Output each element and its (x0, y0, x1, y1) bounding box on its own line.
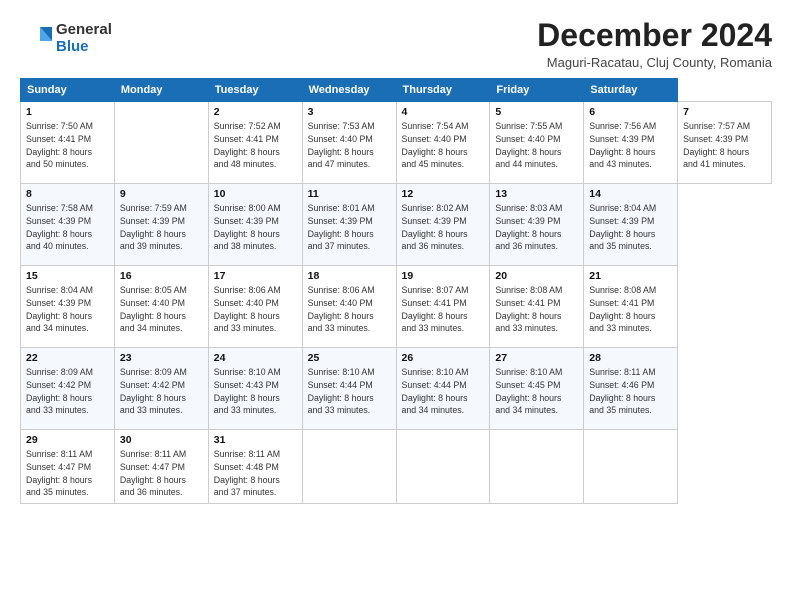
calendar-cell-w2-5: 13Sunrise: 8:03 AMSunset: 4:39 PMDayligh… (490, 184, 584, 266)
calendar-cell-w3-1: 16Sunrise: 8:05 AMSunset: 4:40 PMDayligh… (114, 266, 208, 348)
logo-text: General Blue (56, 22, 112, 55)
calendar-cell-w5-6 (584, 430, 678, 504)
logo-general: General (56, 22, 112, 39)
calendar: Sunday Monday Tuesday Wednesday Thursday… (20, 78, 772, 504)
calendar-cell-w3-5: 20Sunrise: 8:08 AMSunset: 4:41 PMDayligh… (490, 266, 584, 348)
calendar-cell-w3-0: 15Sunrise: 8:04 AMSunset: 4:39 PMDayligh… (21, 266, 115, 348)
calendar-cell-3: 4Sunrise: 7:54 AMSunset: 4:40 PMDaylight… (396, 102, 490, 184)
calendar-cell-w3-3: 18Sunrise: 8:06 AMSunset: 4:40 PMDayligh… (302, 266, 396, 348)
title-block: December 2024 Maguri-Racatau, Cluj Count… (537, 18, 772, 70)
calendar-cell-w2-6: 14Sunrise: 8:04 AMSunset: 4:39 PMDayligh… (584, 184, 678, 266)
calendar-cell-w3-4: 19Sunrise: 8:07 AMSunset: 4:41 PMDayligh… (396, 266, 490, 348)
calendar-cell-1: 1 Sunrise: 7:50 AMSunset: 4:41 PMDaylight… (21, 102, 115, 184)
calendar-cell-w2-3: 11Sunrise: 8:01 AMSunset: 4:39 PMDayligh… (302, 184, 396, 266)
calendar-cell-w2-2: 10Sunrise: 8:00 AMSunset: 4:39 PMDayligh… (208, 184, 302, 266)
calendar-cell-4: 5Sunrise: 7:55 AMSunset: 4:40 PMDaylight… (490, 102, 584, 184)
month-title: December 2024 (537, 18, 772, 53)
col-tuesday: Tuesday (208, 79, 302, 102)
calendar-cell-w2-4: 12Sunrise: 8:02 AMSunset: 4:39 PMDayligh… (396, 184, 490, 266)
calendar-cell-w4-3: 25Sunrise: 8:10 AMSunset: 4:44 PMDayligh… (302, 348, 396, 430)
calendar-cell-w2-1: 9Sunrise: 7:59 AMSunset: 4:39 PMDaylight… (114, 184, 208, 266)
calendar-header-row: Sunday Monday Tuesday Wednesday Thursday… (21, 79, 772, 102)
calendar-cell-w5-4 (396, 430, 490, 504)
day-info: Sunrise: 7:50 AMSunset: 4:41 PMDaylight:… (26, 120, 109, 171)
col-thursday: Thursday (396, 79, 490, 102)
logo-icon (20, 23, 52, 55)
calendar-week-4: 22Sunrise: 8:09 AMSunset: 4:42 PMDayligh… (21, 348, 772, 430)
col-sunday: Sunday (21, 79, 115, 102)
calendar-cell-6: 7Sunrise: 7:57 AMSunset: 4:39 PMDaylight… (678, 102, 772, 184)
calendar-cell-w5-5 (490, 430, 584, 504)
header: General Blue December 2024 Maguri-Racata… (20, 18, 772, 70)
col-monday: Monday (114, 79, 208, 102)
page: General Blue December 2024 Maguri-Racata… (0, 0, 792, 612)
calendar-cell-w4-5: 27Sunrise: 8:10 AMSunset: 4:45 PMDayligh… (490, 348, 584, 430)
calendar-week-1: 1 Sunrise: 7:50 AMSunset: 4:41 PMDaylight… (21, 102, 772, 184)
calendar-cell-1: 2Sunrise: 7:52 AMSunset: 4:41 PMDaylight… (208, 102, 302, 184)
calendar-week-2: 8Sunrise: 7:58 AMSunset: 4:39 PMDaylight… (21, 184, 772, 266)
logo: General Blue (20, 22, 112, 55)
calendar-cell-5: 6Sunrise: 7:56 AMSunset: 4:39 PMDaylight… (584, 102, 678, 184)
col-saturday: Saturday (584, 79, 678, 102)
calendar-week-5: 29Sunrise: 8:11 AMSunset: 4:47 PMDayligh… (21, 430, 772, 504)
col-friday: Friday (490, 79, 584, 102)
calendar-cell-w3-6: 21Sunrise: 8:08 AMSunset: 4:41 PMDayligh… (584, 266, 678, 348)
col-wednesday: Wednesday (302, 79, 396, 102)
calendar-cell-2: 3Sunrise: 7:53 AMSunset: 4:40 PMDaylight… (302, 102, 396, 184)
calendar-week-3: 15Sunrise: 8:04 AMSunset: 4:39 PMDayligh… (21, 266, 772, 348)
calendar-cell-w2-0: 8Sunrise: 7:58 AMSunset: 4:39 PMDaylight… (21, 184, 115, 266)
calendar-cell-w3-2: 17Sunrise: 8:06 AMSunset: 4:40 PMDayligh… (208, 266, 302, 348)
logo-blue: Blue (56, 39, 112, 56)
calendar-cell-w4-1: 23Sunrise: 8:09 AMSunset: 4:42 PMDayligh… (114, 348, 208, 430)
calendar-cell-0 (114, 102, 208, 184)
calendar-cell-w5-3 (302, 430, 396, 504)
day-num: 1 (26, 106, 109, 118)
calendar-cell-w4-4: 26Sunrise: 8:10 AMSunset: 4:44 PMDayligh… (396, 348, 490, 430)
calendar-cell-w4-2: 24Sunrise: 8:10 AMSunset: 4:43 PMDayligh… (208, 348, 302, 430)
calendar-cell-w5-2: 31Sunrise: 8:11 AMSunset: 4:48 PMDayligh… (208, 430, 302, 504)
calendar-cell-w4-6: 28Sunrise: 8:11 AMSunset: 4:46 PMDayligh… (584, 348, 678, 430)
calendar-cell-w5-0: 29Sunrise: 8:11 AMSunset: 4:47 PMDayligh… (21, 430, 115, 504)
location: Maguri-Racatau, Cluj County, Romania (537, 55, 772, 70)
calendar-cell-w5-1: 30Sunrise: 8:11 AMSunset: 4:47 PMDayligh… (114, 430, 208, 504)
calendar-cell-w4-0: 22Sunrise: 8:09 AMSunset: 4:42 PMDayligh… (21, 348, 115, 430)
